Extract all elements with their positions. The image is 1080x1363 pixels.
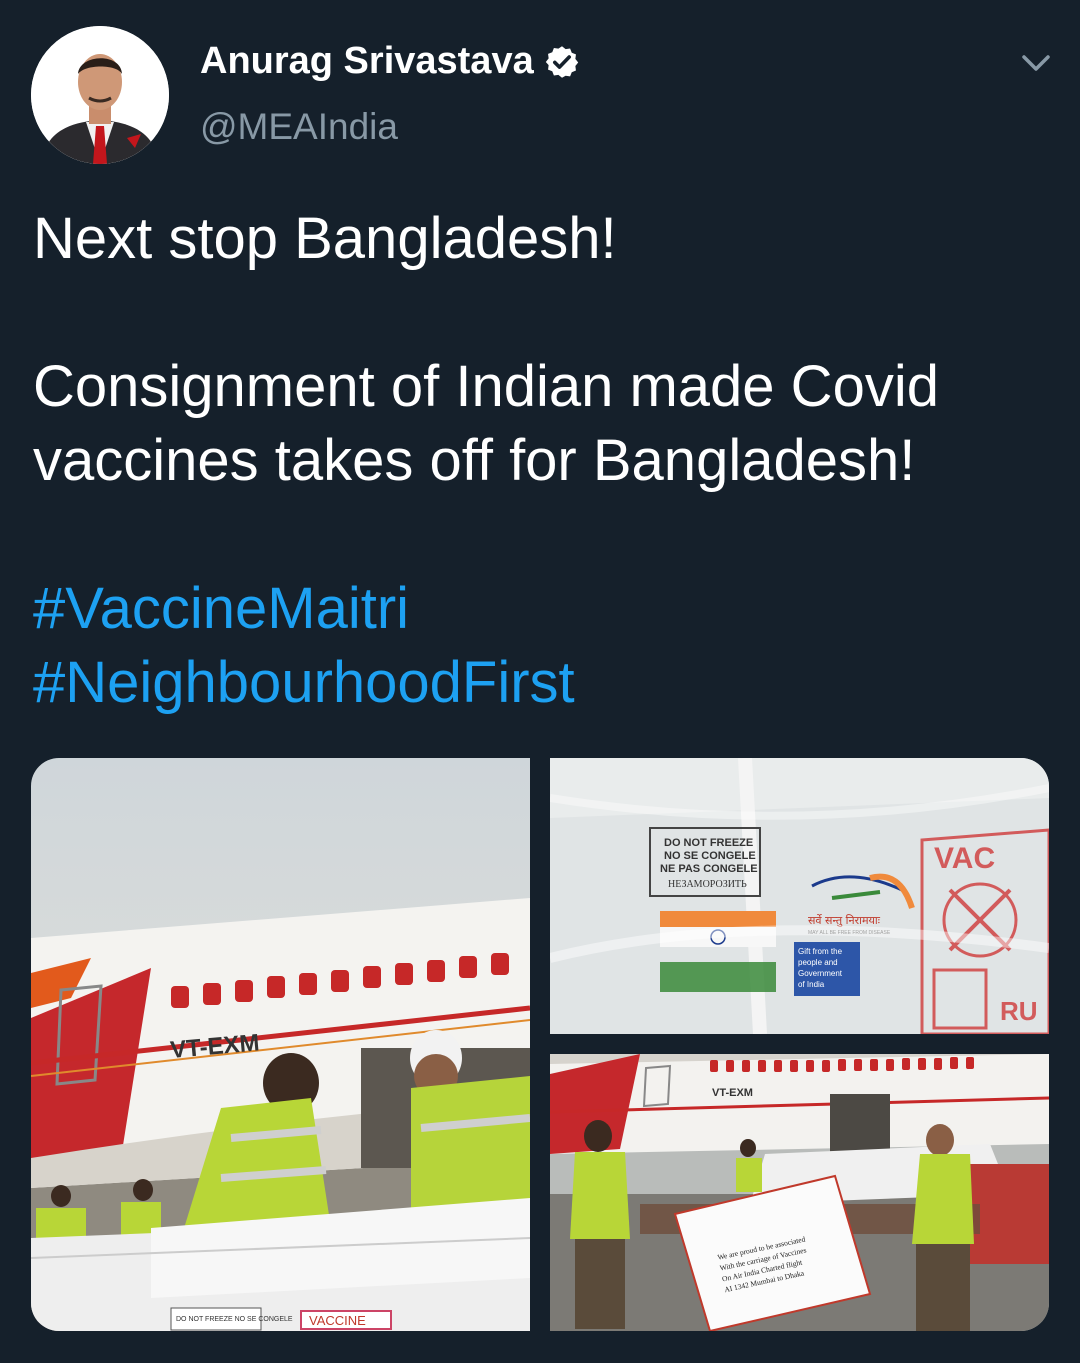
- photo-aircraft-loading[interactable]: VT-EXM VACCINE DO NOT FREEZE NO SE CONGE…: [31, 758, 530, 1331]
- photo-tarmac-banner-image: VT-EXM We are proud to be associated Wit…: [550, 1054, 1049, 1331]
- photo-vaccine-box[interactable]: DO NOT FREEZE NO SE CONGELE NE PAS CONGE…: [550, 758, 1049, 1034]
- stamp-line-1: DO NOT FREEZE: [664, 837, 753, 849]
- stamp-line-3: NE PAS CONGELE: [660, 863, 758, 875]
- author-name-row: Anurag Srivastava: [200, 40, 580, 83]
- avatar[interactable]: [31, 26, 169, 164]
- stamp-line-4: НЕЗАМОРОЗИТЬ: [668, 879, 747, 890]
- gift-line-2: people and: [798, 958, 838, 967]
- tweet-line-1: Next stop Bangladesh!: [33, 206, 617, 271]
- author-display-name[interactable]: Anurag Srivastava: [200, 40, 534, 83]
- logo-text: सर्वे सन्तु निरामयाः: [808, 914, 881, 927]
- tweet-line-2: Consignment of Indian made Covid vaccine…: [33, 354, 939, 493]
- verified-badge-icon: [545, 45, 578, 78]
- avatar-portrait: [31, 26, 169, 164]
- author-handle[interactable]: @MEAIndia: [200, 106, 398, 148]
- aircraft-registration-2: VT-EXM: [712, 1087, 753, 1099]
- ru-text: RU: [1000, 996, 1038, 1026]
- box-label: VACCINE: [309, 1313, 366, 1328]
- hashtag-vaccinemaitri[interactable]: #VaccineMaitri: [33, 572, 1043, 646]
- gift-line-1: Gift from the: [798, 947, 843, 956]
- gift-line-4: of India: [798, 980, 825, 989]
- stamp-line-2: NO SE CONGELE: [664, 850, 756, 862]
- hashtag-neighbourhoodfirst[interactable]: #NeighbourhoodFirst: [33, 646, 1043, 720]
- photo-aircraft-loading-image: VT-EXM VACCINE DO NOT FREEZE NO SE CONGE…: [31, 758, 530, 1331]
- vac-text: VAC: [934, 842, 995, 875]
- media-grid: VT-EXM VACCINE DO NOT FREEZE NO SE CONGE…: [31, 758, 1049, 1331]
- photo-vaccine-box-image: DO NOT FREEZE NO SE CONGELE NE PAS CONGE…: [550, 758, 1049, 1034]
- tweet-text: Next stop Bangladesh! Consignment of Ind…: [33, 202, 1043, 720]
- chevron-down-icon[interactable]: [1018, 50, 1054, 76]
- gift-line-3: Government: [798, 969, 843, 978]
- box-small-label: DO NOT FREEZE NO SE CONGELE: [176, 1316, 293, 1323]
- photo-tarmac-banner[interactable]: VT-EXM We are proud to be associated Wit…: [550, 1054, 1049, 1331]
